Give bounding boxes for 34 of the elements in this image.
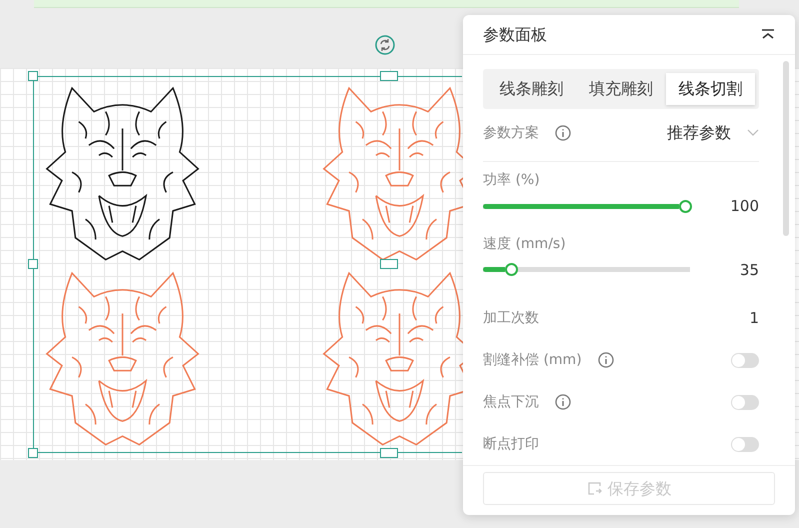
setting-label: 断点打印 <box>483 434 539 454</box>
setting-label: 焦点下沉 <box>483 392 539 412</box>
resize-handle[interactable] <box>28 71 38 81</box>
resize-handle[interactable] <box>380 259 398 269</box>
slider-thumb[interactable] <box>504 263 518 276</box>
slider-value: 35 <box>740 260 759 280</box>
slider-value: 100 <box>730 196 759 217</box>
save-icon <box>586 481 602 496</box>
slider-label: 功率 (%) <box>483 171 541 190</box>
mode-tab[interactable]: 线条雕刻 <box>487 73 576 105</box>
collapse-icon[interactable] <box>761 28 775 40</box>
mode-tab[interactable]: 线条切割 <box>666 73 755 105</box>
slider-thumb[interactable] <box>678 200 692 213</box>
resize-handle[interactable] <box>380 448 398 458</box>
resize-handle[interactable] <box>380 71 398 81</box>
scrollbar[interactable] <box>783 61 789 236</box>
info-icon[interactable] <box>555 125 571 141</box>
preset-label: 参数方案 <box>483 124 539 142</box>
setting-label: 割缝补偿 (mm) <box>483 350 582 370</box>
panel-title: 参数面板 <box>483 24 547 46</box>
setting-value[interactable]: 1 <box>749 306 759 330</box>
slider-label: 速度 (mm/s) <box>483 234 567 254</box>
info-icon[interactable] <box>598 352 614 368</box>
mode-tab[interactable]: 填充雕刻 <box>576 73 666 105</box>
preset-dropdown[interactable]: 推荐参数 <box>667 121 759 145</box>
setting-label: 加工次数 <box>483 308 539 328</box>
toggle-switch[interactable] <box>731 436 759 452</box>
resize-handle[interactable] <box>28 448 38 458</box>
resize-handle[interactable] <box>28 259 38 269</box>
toggle-switch[interactable] <box>731 352 759 368</box>
info-icon[interactable] <box>555 394 571 410</box>
chevron-down-icon <box>747 129 759 137</box>
toggle-switch[interactable] <box>731 394 759 410</box>
rotate-icon[interactable] <box>374 35 394 55</box>
